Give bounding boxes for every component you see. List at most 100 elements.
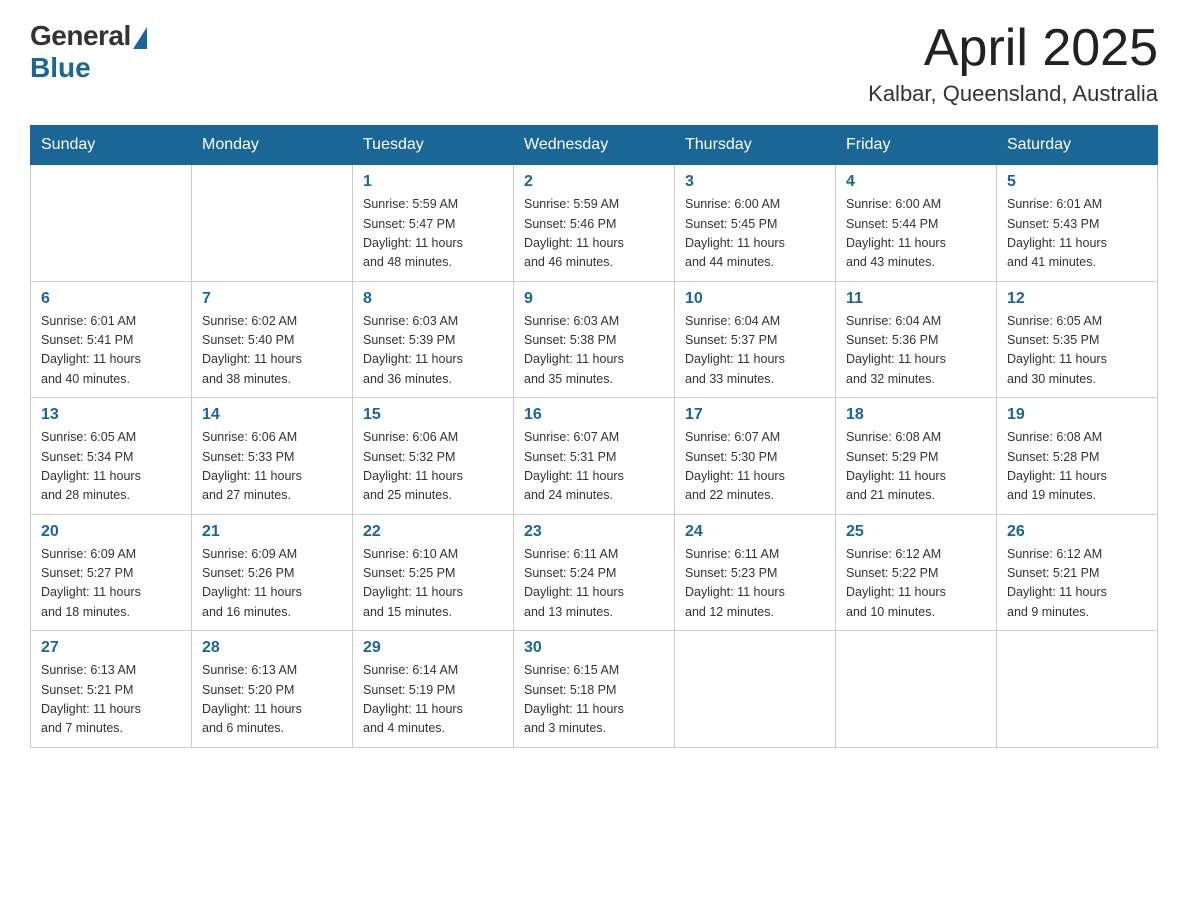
calendar-cell: 14 Sunrise: 6:06 AM Sunset: 5:33 PM Dayli… <box>192 398 353 515</box>
day-number: 13 <box>41 406 181 424</box>
day-number: 11 <box>846 290 986 308</box>
day-of-week-header: Friday <box>836 126 997 165</box>
day-info: Sunrise: 6:07 AM Sunset: 5:31 PM Dayligh… <box>524 428 664 506</box>
day-number: 27 <box>41 639 181 657</box>
day-number: 19 <box>1007 406 1147 424</box>
day-info: Sunrise: 6:00 AM Sunset: 5:45 PM Dayligh… <box>685 195 825 273</box>
calendar-cell: 6Sunrise: 6:01 AM Sunset: 5:41 PM Daylig… <box>31 281 192 398</box>
day-info: Sunrise: 6:10 AM Sunset: 5:25 PM Dayligh… <box>363 545 503 623</box>
calendar-cell: 11Sunrise: 6:04 AM Sunset: 5:36 PM Dayli… <box>836 281 997 398</box>
day-info: Sunrise: 6:08 AM Sunset: 5:29 PM Dayligh… <box>846 428 986 506</box>
day-number: 12 <box>1007 290 1147 308</box>
day-number: 18 <box>846 406 986 424</box>
calendar-cell: 12 Sunrise: 6:05 AM Sunset: 5:35 PM Dayli… <box>997 281 1158 398</box>
day-number: 29 <box>363 639 503 657</box>
day-number: 7 <box>202 290 342 308</box>
month-title: April 2025 <box>868 20 1158 77</box>
day-number: 2 <box>524 173 664 191</box>
calendar-cell: 28Sunrise: 6:13 AM Sunset: 5:20 PM Dayli… <box>192 631 353 748</box>
logo-general-text: General <box>30 20 131 52</box>
day-number: 22 <box>363 523 503 541</box>
calendar-cell: 5 Sunrise: 6:01 AM Sunset: 5:43 PM Daylig… <box>997 165 1158 282</box>
day-number: 23 <box>524 523 664 541</box>
week-row: 13 Sunrise: 6:05 AM Sunset: 5:34 PM Dayli… <box>31 398 1158 515</box>
day-of-week-header: Tuesday <box>353 126 514 165</box>
calendar-cell: 8 Sunrise: 6:03 AM Sunset: 5:39 PM Daylig… <box>353 281 514 398</box>
day-info: Sunrise: 6:12 AM Sunset: 5:22 PM Dayligh… <box>846 545 986 623</box>
day-info: Sunrise: 6:12 AM Sunset: 5:21 PM Dayligh… <box>1007 545 1147 623</box>
day-info: Sunrise: 6:05 AM Sunset: 5:34 PM Dayligh… <box>41 428 181 506</box>
day-info: Sunrise: 6:01 AM Sunset: 5:43 PM Dayligh… <box>1007 195 1147 273</box>
day-of-week-header: Saturday <box>997 126 1158 165</box>
calendar-header: SundayMondayTuesdayWednesdayThursdayFrid… <box>31 126 1158 165</box>
calendar-body: 1 Sunrise: 5:59 AM Sunset: 5:47 PM Daylig… <box>31 165 1158 748</box>
day-info: Sunrise: 6:13 AM Sunset: 5:21 PM Dayligh… <box>41 661 181 739</box>
day-info: Sunrise: 5:59 AM Sunset: 5:46 PM Dayligh… <box>524 195 664 273</box>
day-of-week-header: Wednesday <box>514 126 675 165</box>
day-number: 5 <box>1007 173 1147 191</box>
day-info: Sunrise: 6:01 AM Sunset: 5:41 PM Dayligh… <box>41 312 181 390</box>
calendar-cell: 10 Sunrise: 6:04 AM Sunset: 5:37 PM Dayli… <box>675 281 836 398</box>
day-number: 14 <box>202 406 342 424</box>
location-title: Kalbar, Queensland, Australia <box>868 81 1158 107</box>
calendar-cell: 29Sunrise: 6:14 AM Sunset: 5:19 PM Dayli… <box>353 631 514 748</box>
day-number: 1 <box>363 173 503 191</box>
day-number: 20 <box>41 523 181 541</box>
calendar-cell: 2 Sunrise: 5:59 AM Sunset: 5:46 PM Daylig… <box>514 165 675 282</box>
day-number: 17 <box>685 406 825 424</box>
day-of-week-header: Monday <box>192 126 353 165</box>
calendar-cell: 9Sunrise: 6:03 AM Sunset: 5:38 PM Daylig… <box>514 281 675 398</box>
calendar-cell: 3 Sunrise: 6:00 AM Sunset: 5:45 PM Daylig… <box>675 165 836 282</box>
calendar-cell: 22 Sunrise: 6:10 AM Sunset: 5:25 PM Dayli… <box>353 514 514 631</box>
week-row: 1 Sunrise: 5:59 AM Sunset: 5:47 PM Daylig… <box>31 165 1158 282</box>
calendar-cell <box>31 165 192 282</box>
day-number: 10 <box>685 290 825 308</box>
day-number: 8 <box>363 290 503 308</box>
day-number: 26 <box>1007 523 1147 541</box>
day-of-week-header: Thursday <box>675 126 836 165</box>
week-row: 20 Sunrise: 6:09 AM Sunset: 5:27 PM Dayli… <box>31 514 1158 631</box>
day-info: Sunrise: 6:00 AM Sunset: 5:44 PM Dayligh… <box>846 195 986 273</box>
title-section: April 2025 Kalbar, Queensland, Australia <box>868 20 1158 107</box>
calendar-cell: 24Sunrise: 6:11 AM Sunset: 5:23 PM Dayli… <box>675 514 836 631</box>
calendar-cell: 26 Sunrise: 6:12 AM Sunset: 5:21 PM Dayli… <box>997 514 1158 631</box>
day-number: 3 <box>685 173 825 191</box>
logo-blue-text: Blue <box>30 52 91 84</box>
week-row: 27 Sunrise: 6:13 AM Sunset: 5:21 PM Dayli… <box>31 631 1158 748</box>
day-info: Sunrise: 6:13 AM Sunset: 5:20 PM Dayligh… <box>202 661 342 739</box>
calendar-cell: 30Sunrise: 6:15 AM Sunset: 5:18 PM Dayli… <box>514 631 675 748</box>
calendar-cell: 7Sunrise: 6:02 AM Sunset: 5:40 PM Daylig… <box>192 281 353 398</box>
day-info: Sunrise: 6:09 AM Sunset: 5:27 PM Dayligh… <box>41 545 181 623</box>
calendar-cell: 17 Sunrise: 6:07 AM Sunset: 5:30 PM Dayli… <box>675 398 836 515</box>
page-header: General Blue April 2025 Kalbar, Queensla… <box>30 20 1158 107</box>
day-info: Sunrise: 6:06 AM Sunset: 5:33 PM Dayligh… <box>202 428 342 506</box>
day-info: Sunrise: 6:03 AM Sunset: 5:38 PM Dayligh… <box>524 312 664 390</box>
day-info: Sunrise: 6:11 AM Sunset: 5:24 PM Dayligh… <box>524 545 664 623</box>
calendar-cell <box>675 631 836 748</box>
day-info: Sunrise: 6:04 AM Sunset: 5:37 PM Dayligh… <box>685 312 825 390</box>
logo: General Blue <box>30 20 147 84</box>
day-of-week-header: Sunday <box>31 126 192 165</box>
calendar-cell: 21Sunrise: 6:09 AM Sunset: 5:26 PM Dayli… <box>192 514 353 631</box>
calendar-cell: 20 Sunrise: 6:09 AM Sunset: 5:27 PM Dayli… <box>31 514 192 631</box>
week-row: 6Sunrise: 6:01 AM Sunset: 5:41 PM Daylig… <box>31 281 1158 398</box>
calendar-cell: 23 Sunrise: 6:11 AM Sunset: 5:24 PM Dayli… <box>514 514 675 631</box>
day-info: Sunrise: 6:03 AM Sunset: 5:39 PM Dayligh… <box>363 312 503 390</box>
calendar-cell: 4Sunrise: 6:00 AM Sunset: 5:44 PM Daylig… <box>836 165 997 282</box>
calendar-cell: 13 Sunrise: 6:05 AM Sunset: 5:34 PM Dayli… <box>31 398 192 515</box>
calendar-cell <box>192 165 353 282</box>
calendar-cell: 18 Sunrise: 6:08 AM Sunset: 5:29 PM Dayli… <box>836 398 997 515</box>
day-number: 15 <box>363 406 503 424</box>
day-info: Sunrise: 6:05 AM Sunset: 5:35 PM Dayligh… <box>1007 312 1147 390</box>
day-info: Sunrise: 5:59 AM Sunset: 5:47 PM Dayligh… <box>363 195 503 273</box>
day-info: Sunrise: 6:07 AM Sunset: 5:30 PM Dayligh… <box>685 428 825 506</box>
day-info: Sunrise: 6:09 AM Sunset: 5:26 PM Dayligh… <box>202 545 342 623</box>
calendar-cell: 27 Sunrise: 6:13 AM Sunset: 5:21 PM Dayli… <box>31 631 192 748</box>
calendar-cell <box>997 631 1158 748</box>
day-info: Sunrise: 6:15 AM Sunset: 5:18 PM Dayligh… <box>524 661 664 739</box>
calendar-table: SundayMondayTuesdayWednesdayThursdayFrid… <box>30 125 1158 748</box>
logo-triangle-icon <box>133 27 147 49</box>
day-info: Sunrise: 6:08 AM Sunset: 5:28 PM Dayligh… <box>1007 428 1147 506</box>
day-info: Sunrise: 6:06 AM Sunset: 5:32 PM Dayligh… <box>363 428 503 506</box>
calendar-cell: 25Sunrise: 6:12 AM Sunset: 5:22 PM Dayli… <box>836 514 997 631</box>
